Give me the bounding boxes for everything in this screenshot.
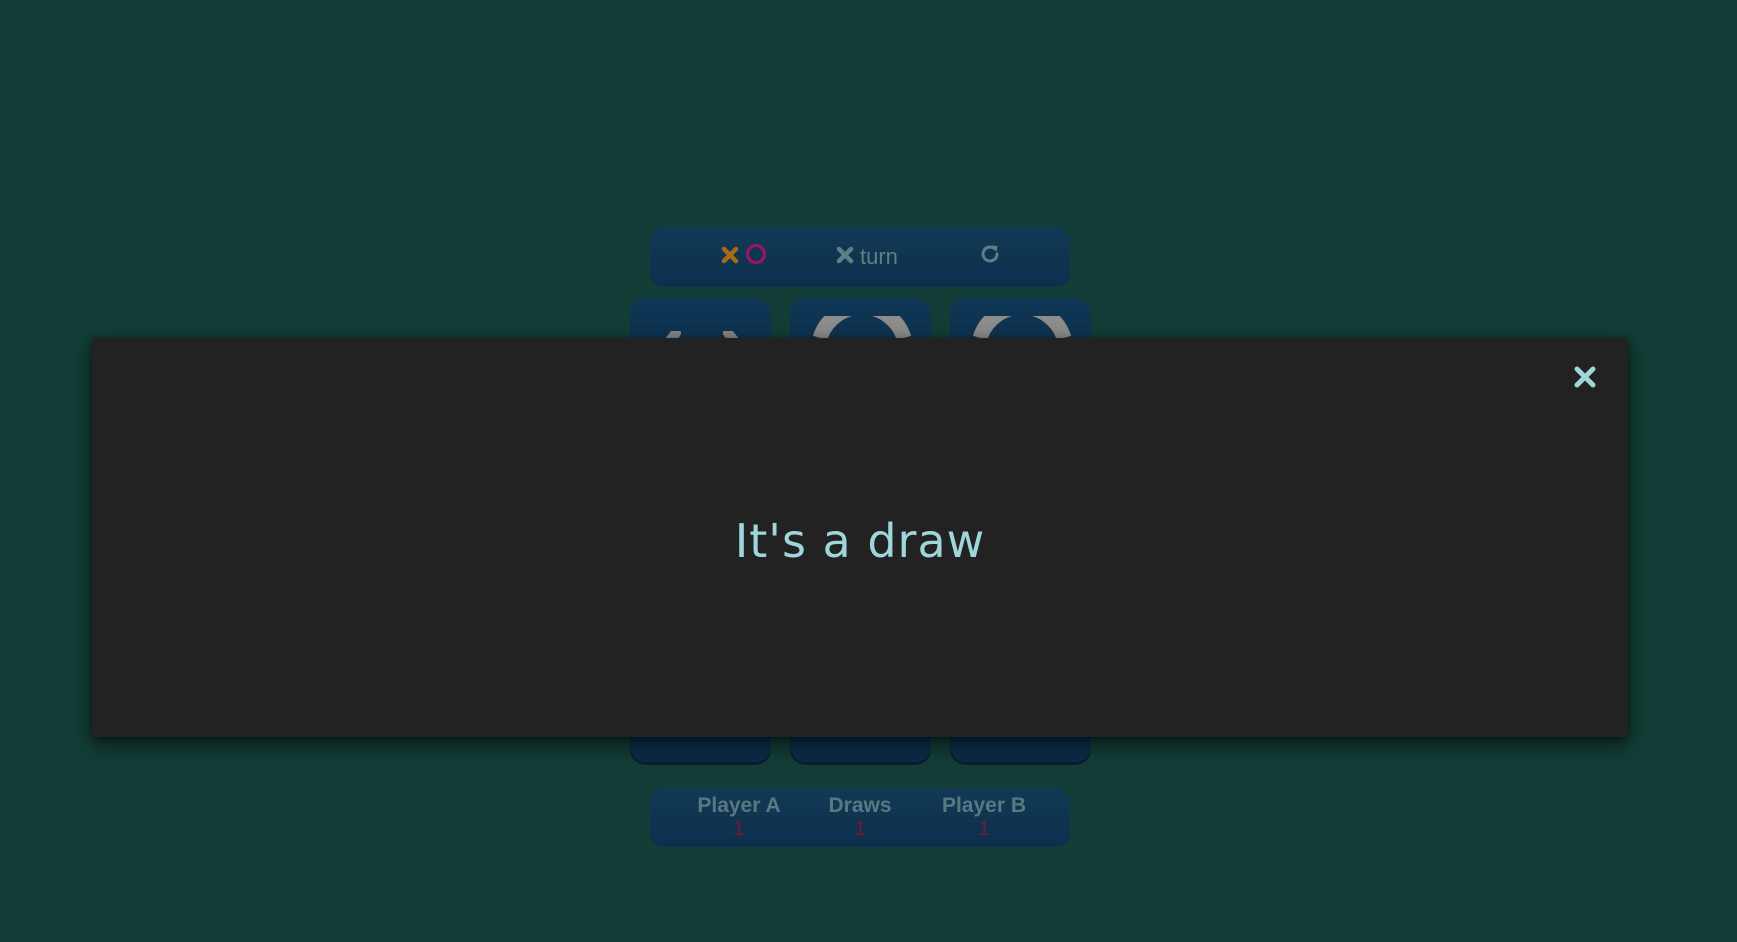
result-message: It's a draw <box>734 514 986 568</box>
scoreboard: Player A 1 Draws 1 Player B 1 <box>650 788 1070 847</box>
score-value: 1 <box>854 818 866 840</box>
x-icon <box>721 244 739 270</box>
score-label: Player A <box>697 794 781 817</box>
turn-indicator: turn <box>836 243 898 271</box>
score-label: Draws <box>828 794 892 817</box>
score-draws: Draws 1 <box>820 792 900 839</box>
top-bar: turn <box>650 227 1070 287</box>
score-value: 1 <box>978 818 990 840</box>
o-icon <box>745 243 767 271</box>
score-player-a: Player A 1 <box>690 792 788 839</box>
restart-icon <box>978 242 1002 272</box>
close-button[interactable] <box>1570 364 1600 394</box>
score-player-b: Player B 1 <box>935 792 1033 839</box>
game-screen: turn Player A 1 Draws 1 Player B 1 It's … <box>0 0 1737 942</box>
game-logo <box>721 243 767 271</box>
result-modal: It's a draw <box>92 338 1628 737</box>
close-icon <box>1572 364 1598 395</box>
x-icon <box>836 244 854 270</box>
score-label: Player B <box>941 794 1027 817</box>
restart-button[interactable] <box>976 243 1004 271</box>
turn-label: turn <box>860 244 898 269</box>
score-value: 1 <box>733 818 745 840</box>
